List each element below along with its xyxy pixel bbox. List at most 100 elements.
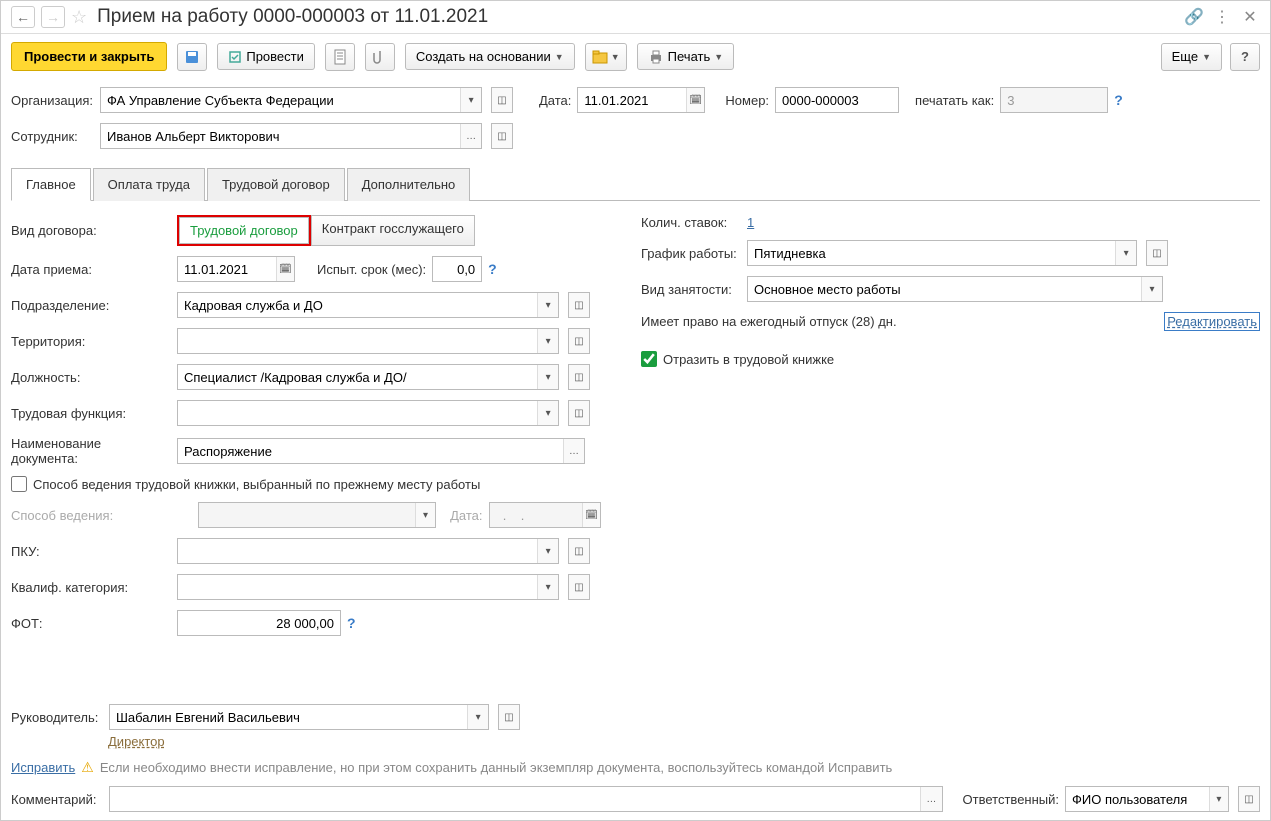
vacation-text: Имеет право на ежегодный отпуск (28) дн.: [641, 314, 897, 329]
favorite-icon[interactable]: ☆: [71, 7, 87, 28]
func-input[interactable]: [178, 401, 537, 425]
pku-label: ПКУ:: [11, 544, 171, 559]
hint-icon[interactable]: ?: [347, 615, 356, 631]
rate-link[interactable]: 1: [747, 215, 754, 230]
dept-input[interactable]: [178, 293, 537, 317]
external-icon[interactable]: ◫: [568, 292, 590, 318]
forward-button[interactable]: →: [41, 6, 65, 28]
external-icon[interactable]: ◫: [568, 328, 590, 354]
dropdown-icon[interactable]: ▾: [460, 88, 481, 112]
external-icon[interactable]: ◫: [1238, 786, 1260, 812]
dropdown-icon[interactable]: ▾: [1209, 787, 1228, 811]
emp-input[interactable]: [101, 124, 460, 148]
tab-additional[interactable]: Дополнительно: [347, 168, 471, 201]
dropdown-icon[interactable]: ▾: [1141, 277, 1162, 301]
external-icon[interactable]: ◫: [568, 538, 590, 564]
territory-input[interactable]: [178, 329, 537, 353]
qual-label: Квалиф. категория:: [11, 580, 171, 595]
more-button[interactable]: Еще▼: [1161, 43, 1222, 71]
ellipsis-icon[interactable]: …: [460, 124, 481, 148]
num-input[interactable]: [776, 88, 898, 112]
trial-input[interactable]: [433, 257, 481, 281]
docname-label: Наименование документа:: [11, 436, 171, 466]
menu-icon[interactable]: ⋮: [1212, 7, 1232, 27]
external-icon[interactable]: ◫: [491, 87, 513, 113]
calendar-icon[interactable]: 🗓: [276, 257, 294, 281]
dropdown-icon[interactable]: ▾: [537, 539, 558, 563]
dropdown-icon[interactable]: ▾: [467, 705, 488, 729]
rate-label: Колич. ставок:: [641, 215, 741, 230]
back-button[interactable]: ←: [11, 6, 35, 28]
prev-book-checkbox[interactable]: [11, 476, 27, 492]
hint-icon[interactable]: ?: [488, 261, 497, 277]
link-icon[interactable]: 🔗: [1184, 7, 1204, 27]
manager-pos-link[interactable]: Директор: [108, 734, 165, 749]
fot-label: ФОТ:: [11, 616, 171, 631]
tab-main[interactable]: Главное: [11, 168, 91, 201]
save-button[interactable]: [177, 43, 207, 71]
comment-label: Комментарий:: [11, 792, 103, 807]
method-label: Способ ведения:: [11, 508, 192, 523]
document-icon-button[interactable]: [325, 43, 355, 71]
ellipsis-icon[interactable]: …: [563, 439, 584, 463]
chevron-down-icon: ▼: [555, 52, 564, 62]
external-icon[interactable]: ◫: [568, 364, 590, 390]
external-icon[interactable]: ◫: [568, 400, 590, 426]
create-based-button[interactable]: Создать на основании▼: [405, 43, 575, 70]
emp-type-input[interactable]: [748, 277, 1141, 301]
folder-button[interactable]: ▼: [585, 43, 627, 71]
method-date-label: Дата:: [450, 508, 482, 523]
external-icon[interactable]: ◫: [1146, 240, 1168, 266]
fot-input[interactable]: [178, 611, 340, 635]
external-icon[interactable]: ◫: [498, 704, 520, 730]
org-input[interactable]: [101, 88, 460, 112]
chevron-down-icon: ▼: [1202, 52, 1211, 62]
correct-hint: Если необходимо внести исправление, но п…: [100, 760, 892, 775]
docname-input[interactable]: [178, 439, 563, 463]
tab-contract[interactable]: Трудовой договор: [207, 168, 345, 201]
ellipsis-icon[interactable]: …: [920, 787, 941, 811]
pku-input[interactable]: [178, 539, 537, 563]
calendar-icon[interactable]: 🗓: [686, 88, 705, 112]
book-checkbox[interactable]: [641, 351, 657, 367]
dropdown-icon[interactable]: ▾: [537, 401, 558, 425]
comment-input[interactable]: [110, 787, 920, 811]
print-as-label: печатать как:: [915, 93, 994, 108]
date-label: Дата:: [539, 93, 571, 108]
date-input[interactable]: [578, 88, 685, 112]
book-checkbox-label: Отразить в трудовой книжке: [663, 352, 834, 367]
hint-icon[interactable]: ?: [1114, 92, 1123, 108]
external-icon[interactable]: ◫: [568, 574, 590, 600]
tab-payment[interactable]: Оплата труда: [93, 168, 205, 201]
manager-input[interactable]: [110, 705, 467, 729]
help-button[interactable]: ?: [1230, 43, 1260, 71]
territory-label: Территория:: [11, 334, 171, 349]
dropdown-icon[interactable]: ▾: [537, 329, 558, 353]
chevron-down-icon: ▼: [714, 52, 723, 62]
dropdown-icon[interactable]: ▾: [1115, 241, 1136, 265]
external-icon[interactable]: ◫: [491, 123, 513, 149]
dropdown-icon[interactable]: ▾: [537, 293, 558, 317]
window-title: Прием на работу 0000-000003 от 11.01.202…: [97, 6, 1178, 28]
dropdown-icon[interactable]: ▾: [537, 575, 558, 599]
dropdown-icon[interactable]: ▾: [537, 365, 558, 389]
edit-link[interactable]: Редактировать: [1164, 312, 1260, 331]
post-button[interactable]: Провести: [217, 43, 315, 70]
qual-input[interactable]: [178, 575, 537, 599]
position-input[interactable]: [178, 365, 537, 389]
post-and-close-button[interactable]: Провести и закрыть: [11, 42, 167, 71]
prev-book-label: Способ ведения трудовой книжки, выбранны…: [33, 477, 480, 492]
close-icon[interactable]: ✕: [1240, 7, 1260, 27]
contract-type-govservice[interactable]: Контракт госслужащего: [311, 215, 475, 246]
contract-type-employment[interactable]: Трудовой договор: [179, 217, 309, 244]
hire-date-label: Дата приема:: [11, 262, 171, 277]
print-as-input: [1001, 88, 1107, 112]
correct-link[interactable]: Исправить: [11, 760, 75, 775]
attach-button[interactable]: [365, 43, 395, 71]
trial-label: Испыт. срок (мес):: [317, 262, 426, 277]
schedule-input[interactable]: [748, 241, 1115, 265]
hire-date-input[interactable]: [178, 257, 276, 281]
emp-type-label: Вид занятости:: [641, 282, 741, 297]
print-button[interactable]: Печать▼: [637, 43, 735, 70]
responsible-input[interactable]: [1066, 787, 1209, 811]
